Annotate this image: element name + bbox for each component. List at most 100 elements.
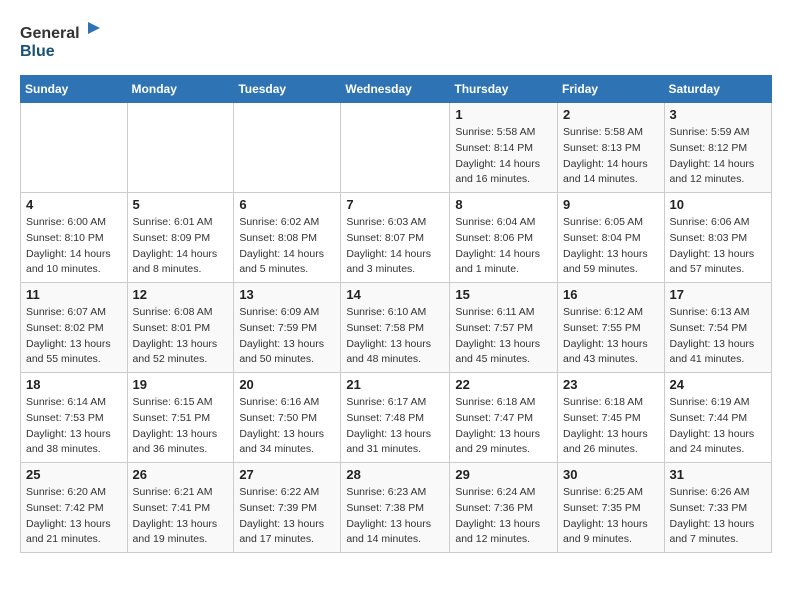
day-number: 15: [455, 287, 552, 302]
calendar-cell: 12 Sunrise: 6:08 AM Sunset: 8:01 PM Dayli…: [127, 283, 234, 373]
day-detail: Sunrise: 6:26 AM Sunset: 7:33 PM Dayligh…: [670, 485, 766, 548]
day-detail: Sunrise: 6:22 AM Sunset: 7:39 PM Dayligh…: [239, 485, 335, 548]
page-header: GeneralBlue: [20, 20, 772, 65]
day-detail: Sunrise: 6:21 AM Sunset: 7:41 PM Dayligh…: [133, 485, 229, 548]
day-detail: Sunrise: 6:16 AM Sunset: 7:50 PM Dayligh…: [239, 395, 335, 458]
day-detail: Sunrise: 6:15 AM Sunset: 7:51 PM Dayligh…: [133, 395, 229, 458]
day-number: 12: [133, 287, 229, 302]
day-number: 28: [346, 467, 444, 482]
calendar-cell: 29 Sunrise: 6:24 AM Sunset: 7:36 PM Dayli…: [450, 463, 558, 553]
day-number: 9: [563, 197, 659, 212]
calendar-cell: 22 Sunrise: 6:18 AM Sunset: 7:47 PM Dayli…: [450, 373, 558, 463]
day-number: 18: [26, 377, 122, 392]
calendar-cell: 23 Sunrise: 6:18 AM Sunset: 7:45 PM Dayli…: [558, 373, 665, 463]
calendar-cell: 7Sunrise: 6:03 AM Sunset: 8:07 PM Daylig…: [341, 193, 450, 283]
day-number: 4: [26, 197, 122, 212]
calendar-cell: 16Sunrise: 6:12 AM Sunset: 7:55 PM Dayli…: [558, 283, 665, 373]
calendar-cell: 27 Sunrise: 6:22 AM Sunset: 7:39 PM Dayli…: [234, 463, 341, 553]
day-detail: Sunrise: 6:25 AM Sunset: 7:35 PM Dayligh…: [563, 485, 659, 548]
day-number: 8: [455, 197, 552, 212]
weekday-header-monday: Monday: [127, 76, 234, 103]
day-detail: Sunrise: 6:10 AM Sunset: 7:58 PM Dayligh…: [346, 305, 444, 368]
svg-text:General: General: [20, 25, 80, 42]
weekday-header-friday: Friday: [558, 76, 665, 103]
calendar-cell: [21, 103, 128, 193]
calendar-cell: 5 Sunrise: 6:01 AM Sunset: 8:09 PM Daylig…: [127, 193, 234, 283]
calendar-table: SundayMondayTuesdayWednesdayThursdayFrid…: [20, 75, 772, 553]
day-detail: Sunrise: 6:11 AM Sunset: 7:57 PM Dayligh…: [455, 305, 552, 368]
calendar-cell: 11 Sunrise: 6:07 AM Sunset: 8:02 PM Dayli…: [21, 283, 128, 373]
weekday-header-row: SundayMondayTuesdayWednesdayThursdayFrid…: [21, 76, 772, 103]
week-row-1: 1 Sunrise: 5:58 AM Sunset: 8:14 PM Daylig…: [21, 103, 772, 193]
day-number: 13: [239, 287, 335, 302]
calendar-cell: 17Sunrise: 6:13 AM Sunset: 7:54 PM Dayli…: [664, 283, 771, 373]
day-detail: Sunrise: 6:17 AM Sunset: 7:48 PM Dayligh…: [346, 395, 444, 458]
day-detail: Sunrise: 6:03 AM Sunset: 8:07 PM Dayligh…: [346, 215, 444, 278]
calendar-cell: 31 Sunrise: 6:26 AM Sunset: 7:33 PM Dayli…: [664, 463, 771, 553]
day-number: 14: [346, 287, 444, 302]
calendar-cell: [127, 103, 234, 193]
day-number: 27: [239, 467, 335, 482]
day-detail: Sunrise: 6:04 AM Sunset: 8:06 PM Dayligh…: [455, 215, 552, 278]
day-number: 20: [239, 377, 335, 392]
day-number: 5: [133, 197, 229, 212]
day-detail: Sunrise: 6:18 AM Sunset: 7:47 PM Dayligh…: [455, 395, 552, 458]
week-row-4: 18 Sunrise: 6:14 AM Sunset: 7:53 PM Dayli…: [21, 373, 772, 463]
day-number: 31: [670, 467, 766, 482]
day-detail: Sunrise: 6:07 AM Sunset: 8:02 PM Dayligh…: [26, 305, 122, 368]
weekday-header-tuesday: Tuesday: [234, 76, 341, 103]
day-number: 23: [563, 377, 659, 392]
day-detail: Sunrise: 6:08 AM Sunset: 8:01 PM Dayligh…: [133, 305, 229, 368]
day-number: 24: [670, 377, 766, 392]
calendar-cell: 8 Sunrise: 6:04 AM Sunset: 8:06 PM Daylig…: [450, 193, 558, 283]
weekday-header-saturday: Saturday: [664, 76, 771, 103]
weekday-header-sunday: Sunday: [21, 76, 128, 103]
weekday-header-thursday: Thursday: [450, 76, 558, 103]
day-detail: Sunrise: 5:59 AM Sunset: 8:12 PM Dayligh…: [670, 125, 766, 188]
day-number: 6: [239, 197, 335, 212]
weekday-header-wednesday: Wednesday: [341, 76, 450, 103]
day-number: 1: [455, 107, 552, 122]
logo: GeneralBlue: [20, 20, 110, 65]
calendar-cell: 21 Sunrise: 6:17 AM Sunset: 7:48 PM Dayli…: [341, 373, 450, 463]
day-number: 2: [563, 107, 659, 122]
calendar-cell: 15 Sunrise: 6:11 AM Sunset: 7:57 PM Dayli…: [450, 283, 558, 373]
calendar-cell: 6 Sunrise: 6:02 AM Sunset: 8:08 PM Daylig…: [234, 193, 341, 283]
week-row-5: 25 Sunrise: 6:20 AM Sunset: 7:42 PM Dayli…: [21, 463, 772, 553]
day-detail: Sunrise: 6:00 AM Sunset: 8:10 PM Dayligh…: [26, 215, 122, 278]
day-number: 21: [346, 377, 444, 392]
day-number: 11: [26, 287, 122, 302]
day-number: 22: [455, 377, 552, 392]
svg-text:Blue: Blue: [20, 43, 55, 60]
calendar-cell: [341, 103, 450, 193]
week-row-3: 11 Sunrise: 6:07 AM Sunset: 8:02 PM Dayli…: [21, 283, 772, 373]
calendar-cell: 30 Sunrise: 6:25 AM Sunset: 7:35 PM Dayli…: [558, 463, 665, 553]
day-detail: Sunrise: 6:14 AM Sunset: 7:53 PM Dayligh…: [26, 395, 122, 458]
calendar-cell: 1 Sunrise: 5:58 AM Sunset: 8:14 PM Daylig…: [450, 103, 558, 193]
day-detail: Sunrise: 6:13 AM Sunset: 7:54 PM Dayligh…: [670, 305, 766, 368]
week-row-2: 4 Sunrise: 6:00 AM Sunset: 8:10 PM Daylig…: [21, 193, 772, 283]
day-detail: Sunrise: 6:24 AM Sunset: 7:36 PM Dayligh…: [455, 485, 552, 548]
day-detail: Sunrise: 6:02 AM Sunset: 8:08 PM Dayligh…: [239, 215, 335, 278]
calendar-cell: 4 Sunrise: 6:00 AM Sunset: 8:10 PM Daylig…: [21, 193, 128, 283]
day-detail: Sunrise: 6:12 AM Sunset: 7:55 PM Dayligh…: [563, 305, 659, 368]
day-detail: Sunrise: 6:06 AM Sunset: 8:03 PM Dayligh…: [670, 215, 766, 278]
day-detail: Sunrise: 6:01 AM Sunset: 8:09 PM Dayligh…: [133, 215, 229, 278]
day-detail: Sunrise: 6:05 AM Sunset: 8:04 PM Dayligh…: [563, 215, 659, 278]
calendar-cell: 26 Sunrise: 6:21 AM Sunset: 7:41 PM Dayli…: [127, 463, 234, 553]
calendar-cell: 2Sunrise: 5:58 AM Sunset: 8:13 PM Daylig…: [558, 103, 665, 193]
day-number: 3: [670, 107, 766, 122]
calendar-cell: 9 Sunrise: 6:05 AM Sunset: 8:04 PM Daylig…: [558, 193, 665, 283]
day-detail: Sunrise: 5:58 AM Sunset: 8:14 PM Dayligh…: [455, 125, 552, 188]
day-number: 29: [455, 467, 552, 482]
day-detail: Sunrise: 6:18 AM Sunset: 7:45 PM Dayligh…: [563, 395, 659, 458]
calendar-cell: 14 Sunrise: 6:10 AM Sunset: 7:58 PM Dayli…: [341, 283, 450, 373]
day-number: 26: [133, 467, 229, 482]
calendar-cell: 3 Sunrise: 5:59 AM Sunset: 8:12 PM Daylig…: [664, 103, 771, 193]
day-detail: Sunrise: 6:20 AM Sunset: 7:42 PM Dayligh…: [26, 485, 122, 548]
day-number: 25: [26, 467, 122, 482]
calendar-cell: 13Sunrise: 6:09 AM Sunset: 7:59 PM Dayli…: [234, 283, 341, 373]
day-number: 30: [563, 467, 659, 482]
calendar-cell: 10Sunrise: 6:06 AM Sunset: 8:03 PM Dayli…: [664, 193, 771, 283]
calendar-cell: 25 Sunrise: 6:20 AM Sunset: 7:42 PM Dayli…: [21, 463, 128, 553]
